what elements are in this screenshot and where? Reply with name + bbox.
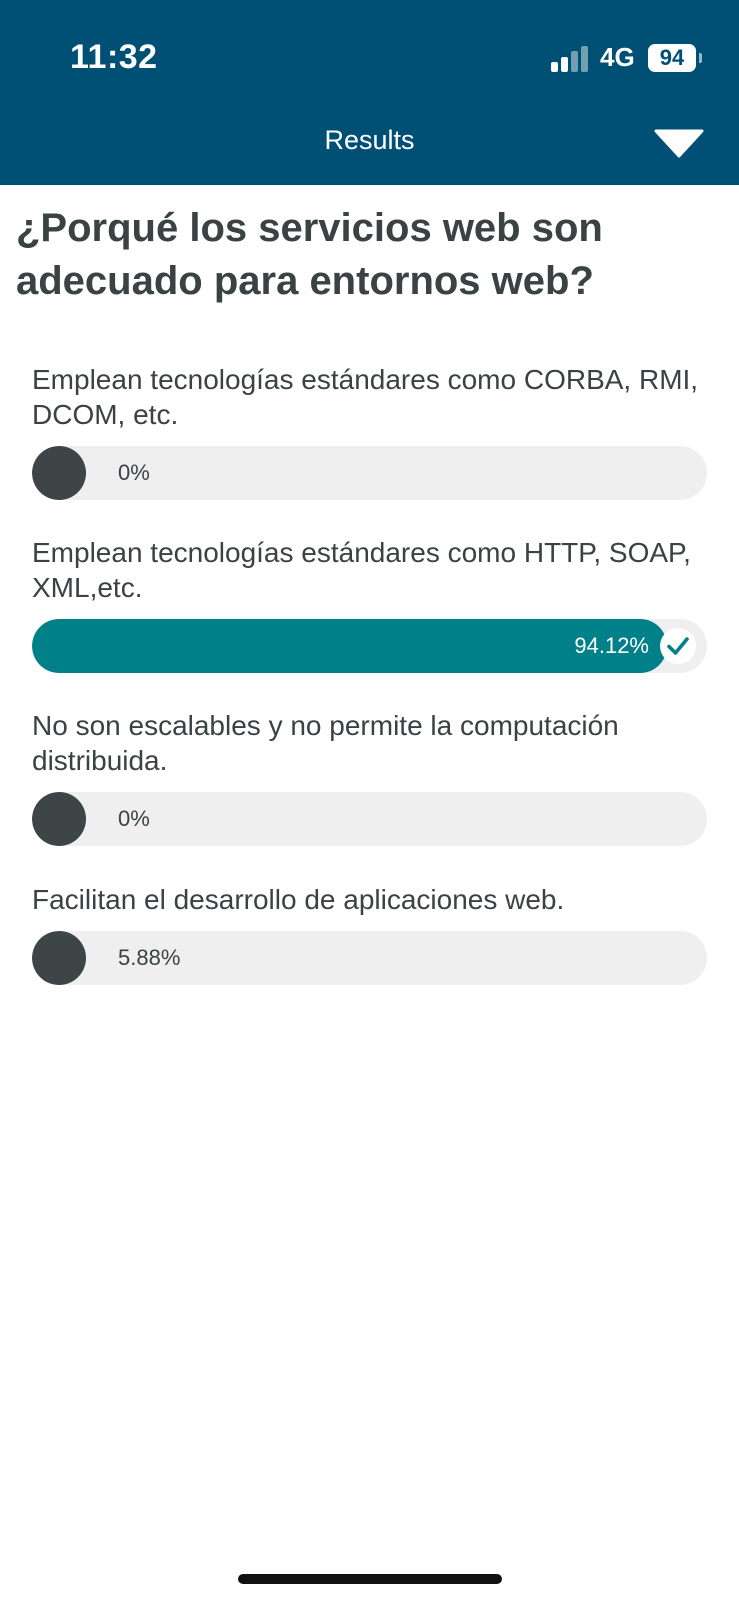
result-option-2: Emplean tecnologías estándares como HTTP… [32,535,707,673]
result-bar-fill [32,792,86,846]
option-label: Emplean tecnologías estándares como HTTP… [32,537,691,603]
result-bar-fill [32,931,86,985]
option-label: Facilitan el desarrollo de aplicaciones … [32,884,565,915]
chevron-down-icon[interactable] [654,129,704,159]
option-label: Emplean tecnologías estándares como CORB… [32,364,699,430]
result-option-4: Facilitan el desarrollo de aplicaciones … [32,882,707,985]
result-percent: 5.88% [118,945,181,970]
check-circle-icon [660,628,696,664]
result-bar: 0% [32,792,707,846]
result-percent: 0% [118,460,150,485]
result-bar: 5.88% [32,931,707,985]
top-bar: 11:32 4G 94 Results [0,0,739,185]
result-bar: 94.12% [32,619,707,673]
question-title: ¿Porqué los servicios web son adecuado p… [16,206,603,303]
signal-icon [551,46,588,72]
page-title: Results [324,125,415,155]
result-bar-fill [32,446,86,500]
battery-level: 94 [659,45,685,70]
result-bar-fill [32,619,667,673]
home-indicator [238,1574,502,1584]
battery-tip [699,53,702,63]
result-percent: 94.12% [574,633,649,658]
result-bar: 0% [32,446,707,500]
battery-icon: 94 [648,44,696,72]
result-percent: 0% [118,806,150,831]
network-label: 4G [600,42,635,72]
status-time: 11:32 [70,38,158,76]
result-option-1: Emplean tecnologías estándares como CORB… [32,362,707,500]
result-option-3: No son escalables y no permite la comput… [32,708,707,846]
option-label: No son escalables y no permite la comput… [32,710,619,776]
